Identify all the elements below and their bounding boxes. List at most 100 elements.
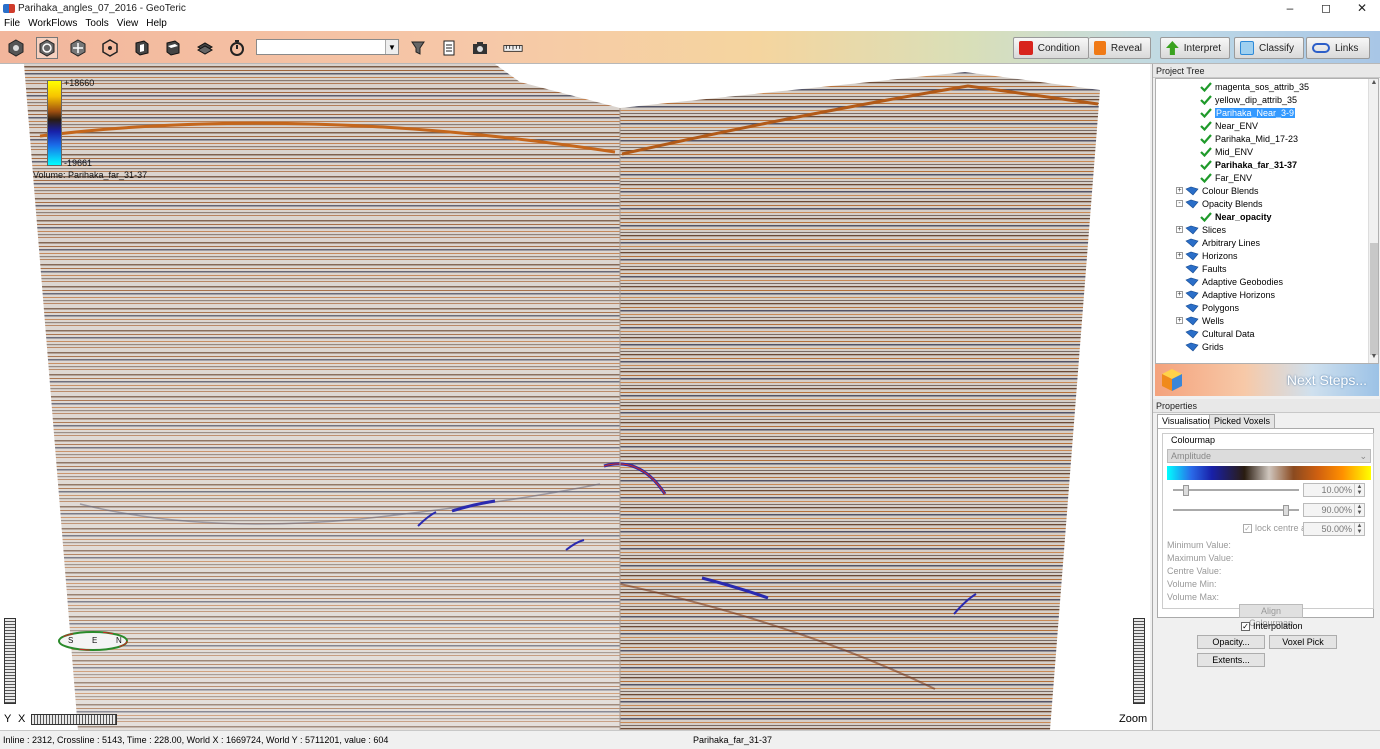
spin-arrows-icon[interactable]: ▲ ▼	[1354, 523, 1364, 535]
lock-centre-label: lock centre at	[1255, 523, 1309, 533]
collapse-icon[interactable]: -	[1176, 200, 1183, 207]
interpolation-row[interactable]: ✓ Interpolation	[1241, 621, 1303, 631]
seismic-view[interactable]	[0, 64, 1150, 730]
tree-item[interactable]: Arbitrary Lines	[1176, 236, 1260, 249]
reveal-button[interactable]: Reveal	[1089, 37, 1151, 59]
checkmark-icon[interactable]	[1200, 133, 1212, 144]
colourmap-group: Colourmap Amplitude ⌄ 10.00% ▲ ▼ 90.00% ▲ ▼ ✓…	[1162, 433, 1374, 628]
visualisation-pane: Colourmap Amplitude ⌄ 10.00% ▲ ▼ 90.00% ▲ ▼ ✓…	[1157, 428, 1374, 628]
ruler-icon[interactable]	[500, 37, 526, 59]
vertical-zoom-slider-left[interactable]	[4, 618, 16, 704]
checkmark-icon[interactable]	[1200, 172, 1212, 183]
colourmap-select[interactable]: Amplitude ⌄	[1167, 449, 1371, 463]
menu-help[interactable]: Help	[146, 18, 167, 29]
tree-item[interactable]: magenta_sos_attrib_35	[1200, 80, 1309, 93]
high-percent-spinbox[interactable]: 90.00% ▲ ▼	[1303, 503, 1365, 517]
spin-arrows-icon[interactable]: ▲ ▼	[1354, 484, 1364, 496]
condition-button[interactable]: Condition	[1013, 37, 1089, 59]
close-button[interactable]: ✕	[1344, 0, 1380, 16]
extents-button[interactable]: Extents...	[1197, 653, 1265, 667]
tree-item[interactable]: Parihaka_Near_3-9	[1200, 106, 1296, 119]
tab-picked-voxels[interactable]: Picked Voxels	[1209, 414, 1276, 428]
spin-arrows-icon[interactable]: ▲ ▼	[1354, 504, 1364, 516]
checkmark-icon[interactable]	[1200, 120, 1212, 131]
high-slider-thumb[interactable]	[1283, 505, 1290, 516]
horizontal-zoom-slider[interactable]	[31, 714, 117, 725]
lock-centre-checkbox[interactable]: ✓	[1243, 523, 1252, 533]
lock-centre-spinbox[interactable]: 50.00% ▲ ▼	[1303, 522, 1365, 536]
tree-item[interactable]: Adaptive Geobodies	[1176, 275, 1283, 288]
tree-item[interactable]: + Wells	[1176, 314, 1224, 327]
tree-item[interactable]: + Adaptive Horizons	[1176, 288, 1275, 301]
interpolation-label: Interpolation	[1253, 621, 1303, 631]
expand-icon[interactable]: +	[1176, 226, 1183, 233]
pan-icon[interactable]	[99, 37, 121, 59]
camera-icon[interactable]	[469, 37, 491, 59]
expand-icon[interactable]: +	[1176, 252, 1183, 259]
project-tree[interactable]: magenta_sos_attrib_35 yellow_dip_attrib_3…	[1155, 78, 1379, 364]
links-button[interactable]: Links	[1306, 37, 1370, 59]
vertical-zoom-slider-right[interactable]	[1133, 618, 1145, 704]
notes-icon[interactable]	[438, 37, 460, 59]
inline-icon[interactable]	[131, 37, 153, 59]
checkmark-icon[interactable]	[1200, 81, 1212, 92]
maximize-button[interactable]: ◻	[1308, 0, 1344, 16]
scroll-thumb[interactable]	[1370, 243, 1378, 355]
lock-centre-row[interactable]: ✓ lock centre at	[1243, 523, 1309, 533]
align-colourmap-button[interactable]: Align Colourmap	[1239, 604, 1303, 628]
tree-item[interactable]: yellow_dip_attrib_35	[1200, 93, 1297, 106]
menu-workflows[interactable]: WorkFlows	[28, 18, 77, 29]
tree-item[interactable]: + Horizons	[1176, 249, 1238, 262]
opacity-button[interactable]: Opacity...	[1197, 635, 1265, 649]
tree-item[interactable]: - Opacity Blends	[1176, 197, 1263, 210]
scroll-up-icon[interactable]: ▲	[1369, 79, 1378, 89]
low-slider-thumb[interactable]	[1182, 485, 1189, 496]
scroll-down-icon[interactable]: ▼	[1369, 353, 1378, 363]
tree-item[interactable]: + Colour Blends	[1176, 184, 1259, 197]
low-slider-track[interactable]	[1173, 489, 1299, 491]
high-slider-track[interactable]	[1173, 509, 1299, 511]
checkmark-icon[interactable]	[1200, 159, 1212, 170]
checkmark-icon[interactable]	[1200, 107, 1212, 118]
tree-item-label: Adaptive Geobodies	[1202, 276, 1284, 287]
classify-button[interactable]: Classify	[1234, 37, 1304, 59]
next-steps-banner[interactable]: Next Steps...	[1155, 364, 1379, 396]
interpolation-checkbox[interactable]: ✓	[1241, 621, 1250, 631]
expand-icon[interactable]: +	[1176, 317, 1183, 324]
reset-view-icon[interactable]	[5, 37, 27, 59]
tree-item[interactable]: Parihaka_Mid_17-23	[1200, 132, 1298, 145]
tree-item[interactable]: Mid_ENV	[1200, 145, 1253, 158]
3d-viewport[interactable]: +18660 -19661 Volume: Parihaka_far_31-37…	[0, 64, 1150, 730]
tree-item[interactable]: Cultural Data	[1176, 327, 1255, 340]
filter-icon[interactable]	[407, 37, 429, 59]
cube-icon	[1162, 369, 1182, 391]
tree-item[interactable]: Near_ENV	[1200, 119, 1258, 132]
expand-icon[interactable]: +	[1176, 187, 1183, 194]
voxel-pick-button[interactable]: Voxel Pick	[1269, 635, 1337, 649]
menu-file[interactable]: File	[4, 18, 20, 29]
low-percent-spinbox[interactable]: 10.00% ▲ ▼	[1303, 483, 1365, 497]
tree-item[interactable]: Grids	[1176, 340, 1224, 353]
tree-item[interactable]: Far_ENV	[1200, 171, 1252, 184]
menu-view[interactable]: View	[117, 18, 139, 29]
timer-icon[interactable]	[226, 37, 248, 59]
checkmark-icon[interactable]	[1200, 146, 1212, 157]
interpret-button[interactable]: Interpret	[1160, 37, 1230, 59]
tree-item[interactable]: Faults	[1176, 262, 1227, 275]
tree-item[interactable]: Near_opacity	[1200, 210, 1272, 223]
tree-item[interactable]: Parihaka_far_31-37	[1200, 158, 1297, 171]
chevron-down-icon[interactable]: ▼	[385, 40, 398, 54]
checkmark-icon[interactable]	[1200, 211, 1212, 222]
orbit-icon[interactable]	[67, 37, 89, 59]
menu-tools[interactable]: Tools	[85, 18, 108, 29]
crossline-icon[interactable]	[162, 37, 184, 59]
timeslice-icon[interactable]	[194, 37, 216, 59]
rotate-view-icon[interactable]	[36, 37, 58, 59]
scene-select[interactable]: ▼	[256, 39, 399, 55]
tree-item[interactable]: + Slices	[1176, 223, 1226, 236]
tree-scrollbar[interactable]: ▲ ▼	[1368, 79, 1378, 363]
checkmark-icon[interactable]	[1200, 94, 1212, 105]
expand-icon[interactable]: +	[1176, 291, 1183, 298]
tree-item[interactable]: Polygons	[1176, 301, 1239, 314]
minimize-button[interactable]: –	[1272, 0, 1308, 16]
